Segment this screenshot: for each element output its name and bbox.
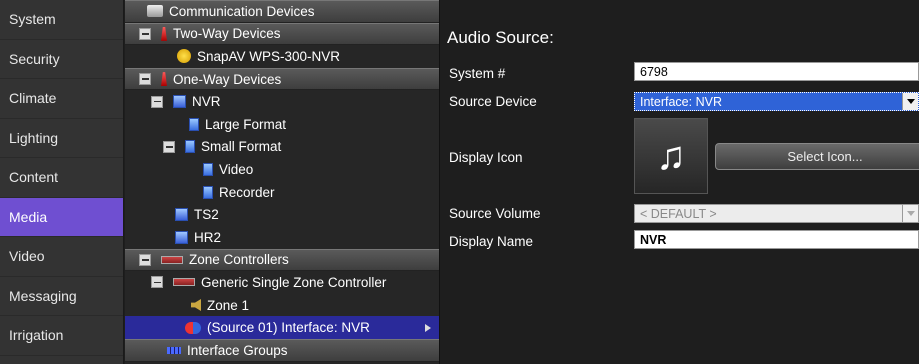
tree-label: Communication Devices xyxy=(169,3,315,19)
tree-item-snapav[interactable]: SnapAV WPS-300-NVR xyxy=(125,45,439,68)
collapse-toggle-icon[interactable] xyxy=(163,140,175,153)
select-icon-button[interactable]: Select Icon... xyxy=(715,143,919,170)
tree-item-recorder[interactable]: Recorder xyxy=(125,181,439,204)
tree-item-source01[interactable]: (Source 01) Interface: NVR xyxy=(125,316,439,339)
dropdown-arrow-icon[interactable] xyxy=(902,93,918,110)
tree-item-small-format[interactable]: Small Format xyxy=(125,136,439,159)
source-volume-value: < DEFAULT > xyxy=(640,207,717,221)
zone-controller-icon xyxy=(173,278,195,287)
tree-header-communication-devices[interactable]: Communication Devices xyxy=(125,0,439,23)
tree-label: One-Way Devices xyxy=(173,71,282,87)
collapse-toggle-icon[interactable] xyxy=(139,73,151,86)
device-tree: Communication Devices Two-Way Devices Sn… xyxy=(125,0,440,364)
tree-label: (Source 01) Interface: NVR xyxy=(207,320,370,336)
system-number-label: System # xyxy=(449,66,506,81)
source-icon xyxy=(185,321,201,334)
zone-controller-icon xyxy=(161,255,183,264)
tree-label: Interface Groups xyxy=(187,342,288,358)
nav-messaging[interactable]: Messaging xyxy=(0,277,123,316)
left-nav: System Security Climate Lighting Content… xyxy=(0,0,124,364)
music-note-icon: ♫ xyxy=(634,118,708,194)
tree-label: Recorder xyxy=(219,184,275,200)
tree-label: Video xyxy=(219,161,254,177)
video-format-icon xyxy=(203,162,213,176)
source-volume-select[interactable]: < DEFAULT > xyxy=(634,204,919,223)
icon-glyph: ♫ xyxy=(656,133,686,178)
chevron-right-icon[interactable] xyxy=(425,323,431,332)
panel-title: Audio Source: xyxy=(447,28,554,47)
source-device-select[interactable]: Interface: NVR xyxy=(634,92,919,111)
communication-devices-icon xyxy=(147,5,163,18)
source-device-value: Interface: NVR xyxy=(640,95,722,109)
interface-groups-icon xyxy=(167,346,181,354)
display-name-field[interactable]: NVR xyxy=(634,230,919,249)
tree-label: TS2 xyxy=(194,207,219,223)
system-number-field[interactable]: 6798 xyxy=(634,62,919,81)
nav-irrigation[interactable]: Irrigation xyxy=(0,316,123,356)
tree-item-hr2[interactable]: HR2 xyxy=(125,226,439,249)
nav-system[interactable]: System xyxy=(0,0,123,40)
tree-label: NVR xyxy=(192,94,221,110)
system-number-value: 6798 xyxy=(640,65,668,79)
tree-item-video[interactable]: Video xyxy=(125,158,439,181)
tree-label: Large Format xyxy=(205,116,287,132)
tree-label: SnapAV WPS-300-NVR xyxy=(197,48,341,64)
display-name-label: Display Name xyxy=(449,234,534,249)
source-device-label: Source Device xyxy=(449,94,537,109)
recorder-format-icon xyxy=(203,185,213,199)
collapse-toggle-icon[interactable] xyxy=(139,27,151,40)
one-way-device-icon xyxy=(161,72,167,87)
two-way-device-icon xyxy=(161,26,167,41)
tree-header-two-way-devices[interactable]: Two-Way Devices xyxy=(125,22,439,46)
nav-security[interactable]: Security xyxy=(0,40,123,79)
ts2-icon xyxy=(175,208,188,222)
tree-label: Generic Single Zone Controller xyxy=(201,274,387,290)
tree-label: Small Format xyxy=(201,139,282,155)
display-icon-label: Display Icon xyxy=(449,150,523,165)
nvr-icon xyxy=(173,95,186,109)
tree-item-zone1[interactable]: Zone 1 xyxy=(125,294,439,317)
source-volume-label: Source Volume xyxy=(449,206,541,221)
collapse-toggle-icon[interactable] xyxy=(151,95,163,108)
tree-label: Two-Way Devices xyxy=(173,26,281,42)
dropdown-arrow-icon[interactable] xyxy=(902,205,918,222)
nav-lighting[interactable]: Lighting xyxy=(0,119,123,158)
tree-label: HR2 xyxy=(194,229,222,245)
tree-header-interface-groups[interactable]: Interface Groups xyxy=(125,338,439,362)
audio-source-panel: Audio Source: System # 6798 Source Devic… xyxy=(441,0,919,364)
nav-content[interactable]: Content xyxy=(0,158,123,198)
tree-label: Zone 1 xyxy=(207,297,250,313)
tree-header-zone-controllers[interactable]: Zone Controllers xyxy=(125,248,439,272)
nav-media[interactable]: Media xyxy=(0,197,123,237)
nav-climate[interactable]: Climate xyxy=(0,79,123,119)
display-name-value: NVR xyxy=(640,233,667,247)
tree-label: Zone Controllers xyxy=(189,252,289,268)
tree-header-one-way-devices[interactable]: One-Way Devices xyxy=(125,67,439,91)
collapse-toggle-icon[interactable] xyxy=(151,276,163,289)
tree-item-ts2[interactable]: TS2 xyxy=(125,203,439,226)
tree-item-large-format[interactable]: Large Format xyxy=(125,113,439,136)
speaker-icon xyxy=(191,299,201,312)
snapav-device-icon xyxy=(177,49,191,64)
tree-item-generic-szc[interactable]: Generic Single Zone Controller xyxy=(125,271,439,294)
hr2-icon xyxy=(175,230,188,244)
format-icon xyxy=(185,140,195,154)
format-icon xyxy=(189,117,199,131)
nav-video[interactable]: Video xyxy=(0,237,123,277)
collapse-toggle-icon[interactable] xyxy=(139,253,151,266)
tree-item-nvr[interactable]: NVR xyxy=(125,90,439,113)
